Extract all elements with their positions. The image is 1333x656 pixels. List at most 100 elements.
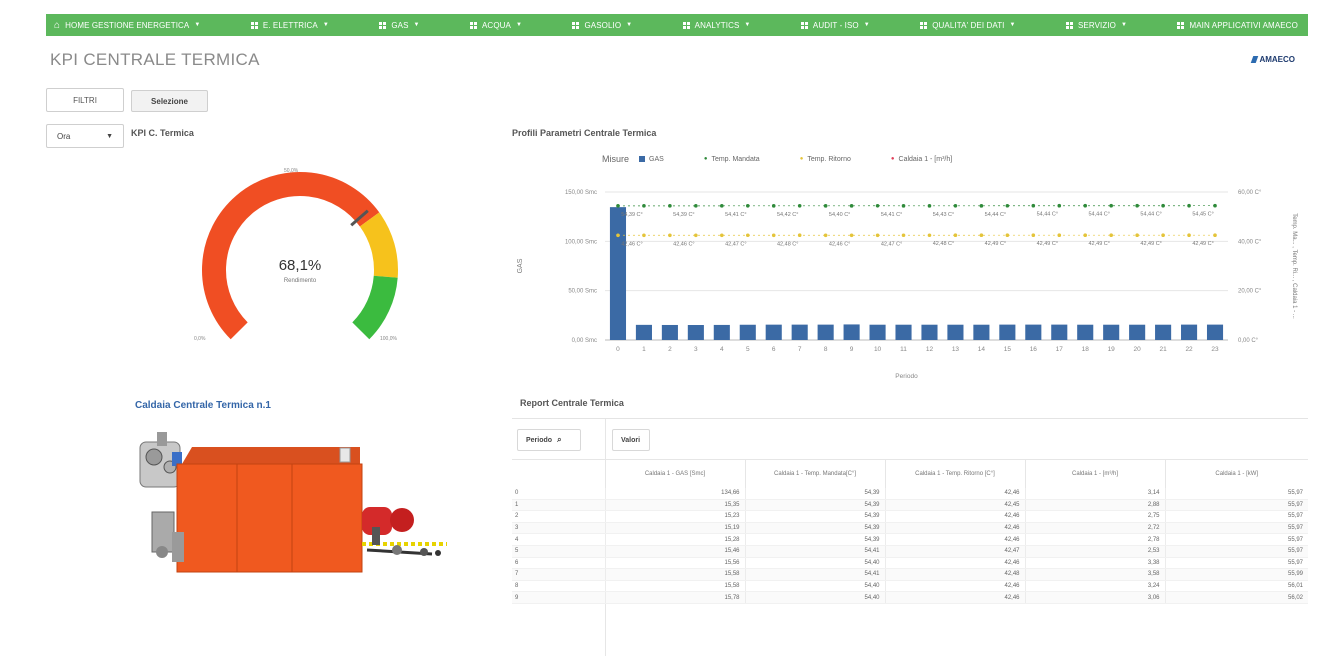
legend-item-1[interactable]: ● Temp. Mandata [704, 156, 760, 163]
point-ritorno-20[interactable] [1135, 233, 1139, 237]
point-mandata-11[interactable] [901, 204, 906, 208]
point-ritorno-8[interactable] [823, 233, 828, 238]
point-ritorno-3[interactable] [694, 233, 698, 238]
point-ritorno-14[interactable] [979, 233, 984, 238]
nav-item-2[interactable]: GAS ▼ [379, 21, 419, 30]
table-header-1[interactable]: Caldaia 1 - Temp. Mandata[C°] [744, 459, 885, 488]
point-mandata-5[interactable] [745, 203, 750, 208]
bar-gas-5[interactable] [739, 324, 756, 340]
point-mandata-14[interactable] [979, 204, 984, 208]
table-row[interactable]: 6 15,56 54,40 42,46 3,38 55,97 [512, 557, 1308, 570]
point-mandata-12[interactable] [927, 204, 932, 208]
bar-gas-14[interactable] [973, 324, 990, 340]
bar-gas-9[interactable] [843, 324, 860, 340]
bar-gas-21[interactable] [1155, 324, 1172, 340]
point-mandata-4[interactable] [720, 204, 724, 208]
point-ritorno-12[interactable] [927, 233, 932, 238]
point-ritorno-18[interactable] [1083, 233, 1088, 237]
nav-item-4[interactable]: GASOLIO ▼ [572, 21, 632, 30]
bar-gas-11[interactable] [895, 324, 912, 340]
bar-gas-19[interactable] [1103, 324, 1120, 340]
point-mandata-13[interactable] [953, 203, 958, 208]
point-ritorno-1[interactable] [642, 233, 646, 238]
bar-gas-17[interactable] [1051, 324, 1068, 340]
point-mandata-0[interactable] [616, 204, 620, 208]
nav-item-7[interactable]: QUALITA' DEI DATI ▼ [920, 21, 1015, 30]
selection-button[interactable]: Selezione [131, 90, 208, 112]
point-ritorno-11[interactable] [901, 233, 906, 238]
table-row[interactable]: 2 15,23 54,39 42,46 2,75 55,97 [512, 510, 1308, 523]
nav-item-5[interactable]: ANALYTICS ▼ [682, 21, 751, 30]
point-mandata-20[interactable] [1135, 203, 1139, 208]
point-ritorno-7[interactable] [797, 233, 802, 238]
point-ritorno-5[interactable] [745, 233, 750, 238]
point-mandata-8[interactable] [823, 204, 828, 208]
bar-gas-7[interactable] [791, 324, 808, 340]
table-row[interactable]: 5 15,46 54,41 42,47 2,53 55,97 [512, 545, 1308, 558]
table-row[interactable]: 0 134,66 54,39 42,46 3,14 55,97 [512, 487, 1308, 500]
point-ritorno-17[interactable] [1057, 233, 1062, 237]
point-ritorno-4[interactable] [720, 233, 724, 238]
table-row[interactable]: 3 15,19 54,39 42,46 2,72 55,97 [512, 522, 1308, 535]
point-mandata-2[interactable] [668, 204, 672, 208]
bar-gas-3[interactable] [687, 325, 704, 340]
table-row[interactable]: 7 15,58 54,41 42,48 3,58 55,99 [512, 568, 1308, 581]
nav-item-8[interactable]: SERVIZIO ▼ [1066, 21, 1127, 30]
bar-gas-18[interactable] [1077, 324, 1094, 340]
point-mandata-10[interactable] [875, 203, 880, 208]
table-row[interactable]: 9 15,78 54,40 42,46 3,06 56,02 [512, 591, 1308, 604]
point-ritorno-21[interactable] [1161, 233, 1165, 237]
bar-gas-6[interactable] [765, 324, 782, 340]
nav-item-3[interactable]: ACQUA ▼ [470, 21, 522, 30]
point-mandata-3[interactable] [694, 204, 698, 208]
point-mandata-22[interactable] [1187, 203, 1191, 208]
point-ritorno-0[interactable] [616, 233, 620, 238]
point-mandata-7[interactable] [797, 203, 802, 208]
bar-gas-4[interactable] [713, 324, 730, 340]
nav-item-9[interactable]: MAIN APPLICATIVI AMAECO [1177, 21, 1298, 30]
point-ritorno-6[interactable] [771, 233, 776, 238]
legend-item-3[interactable]: ● Caldaia 1 - [m³/h] [891, 156, 952, 163]
point-ritorno-22[interactable] [1187, 233, 1191, 237]
bar-gas-10[interactable] [869, 324, 886, 340]
point-mandata-21[interactable] [1161, 203, 1165, 208]
point-mandata-16[interactable] [1031, 203, 1036, 208]
point-ritorno-19[interactable] [1109, 233, 1113, 237]
point-mandata-6[interactable] [771, 204, 776, 208]
point-mandata-18[interactable] [1083, 203, 1088, 208]
table-header-3[interactable]: Caldaia 1 - [m³/h] [1024, 459, 1165, 488]
table-row[interactable]: 4 15,28 54,39 42,46 2,78 55,97 [512, 533, 1308, 546]
bar-gas-13[interactable] [947, 324, 964, 340]
table-row[interactable]: 1 15,35 54,39 42,45 2,88 55,97 [512, 499, 1308, 512]
bar-gas-2[interactable] [661, 324, 678, 340]
nav-item-0[interactable]: ⌂ HOME GESTIONE ENERGETICA ▼ [54, 20, 200, 31]
nav-item-1[interactable]: E. ELETTRICA ▼ [250, 21, 329, 30]
point-mandata-19[interactable] [1109, 203, 1113, 208]
valori-measure-button[interactable]: Valori [612, 429, 650, 451]
point-ritorno-16[interactable] [1031, 233, 1036, 237]
bar-gas-15[interactable] [999, 324, 1016, 340]
time-granularity-select[interactable]: Ora ▼ [46, 124, 124, 148]
point-ritorno-9[interactable] [849, 233, 854, 238]
table-row[interactable]: 8 15,58 54,40 42,46 3,24 56,01 [512, 580, 1308, 593]
bar-gas-0[interactable] [609, 207, 627, 340]
bar-gas-16[interactable] [1025, 324, 1042, 340]
bar-gas-12[interactable] [921, 324, 938, 340]
table-header-4[interactable]: Caldaia 1 - [kW] [1164, 459, 1308, 488]
legend-item-2[interactable]: ● Temp. Ritorno [800, 156, 851, 163]
periodo-dimension-button[interactable]: Periodo ⌕ [517, 429, 581, 451]
table-header-2[interactable]: Caldaia 1 - Temp. Ritorno [C°] [884, 459, 1025, 488]
search-icon[interactable]: ⌕ [557, 435, 561, 445]
nav-item-6[interactable]: AUDIT - ISO ▼ [800, 21, 870, 30]
point-ritorno-13[interactable] [953, 233, 958, 238]
boiler-section-title[interactable]: Caldaia Centrale Termica n.1 [135, 400, 271, 411]
bar-gas-22[interactable] [1181, 324, 1198, 340]
bar-gas-1[interactable] [635, 324, 652, 340]
point-mandata-17[interactable] [1057, 203, 1062, 208]
point-mandata-1[interactable] [642, 204, 646, 208]
point-ritorno-23[interactable] [1213, 233, 1217, 237]
point-ritorno-15[interactable] [1005, 233, 1010, 237]
filters-button[interactable]: FILTRI [46, 88, 124, 112]
point-mandata-23[interactable] [1213, 203, 1217, 208]
point-ritorno-10[interactable] [875, 233, 880, 238]
